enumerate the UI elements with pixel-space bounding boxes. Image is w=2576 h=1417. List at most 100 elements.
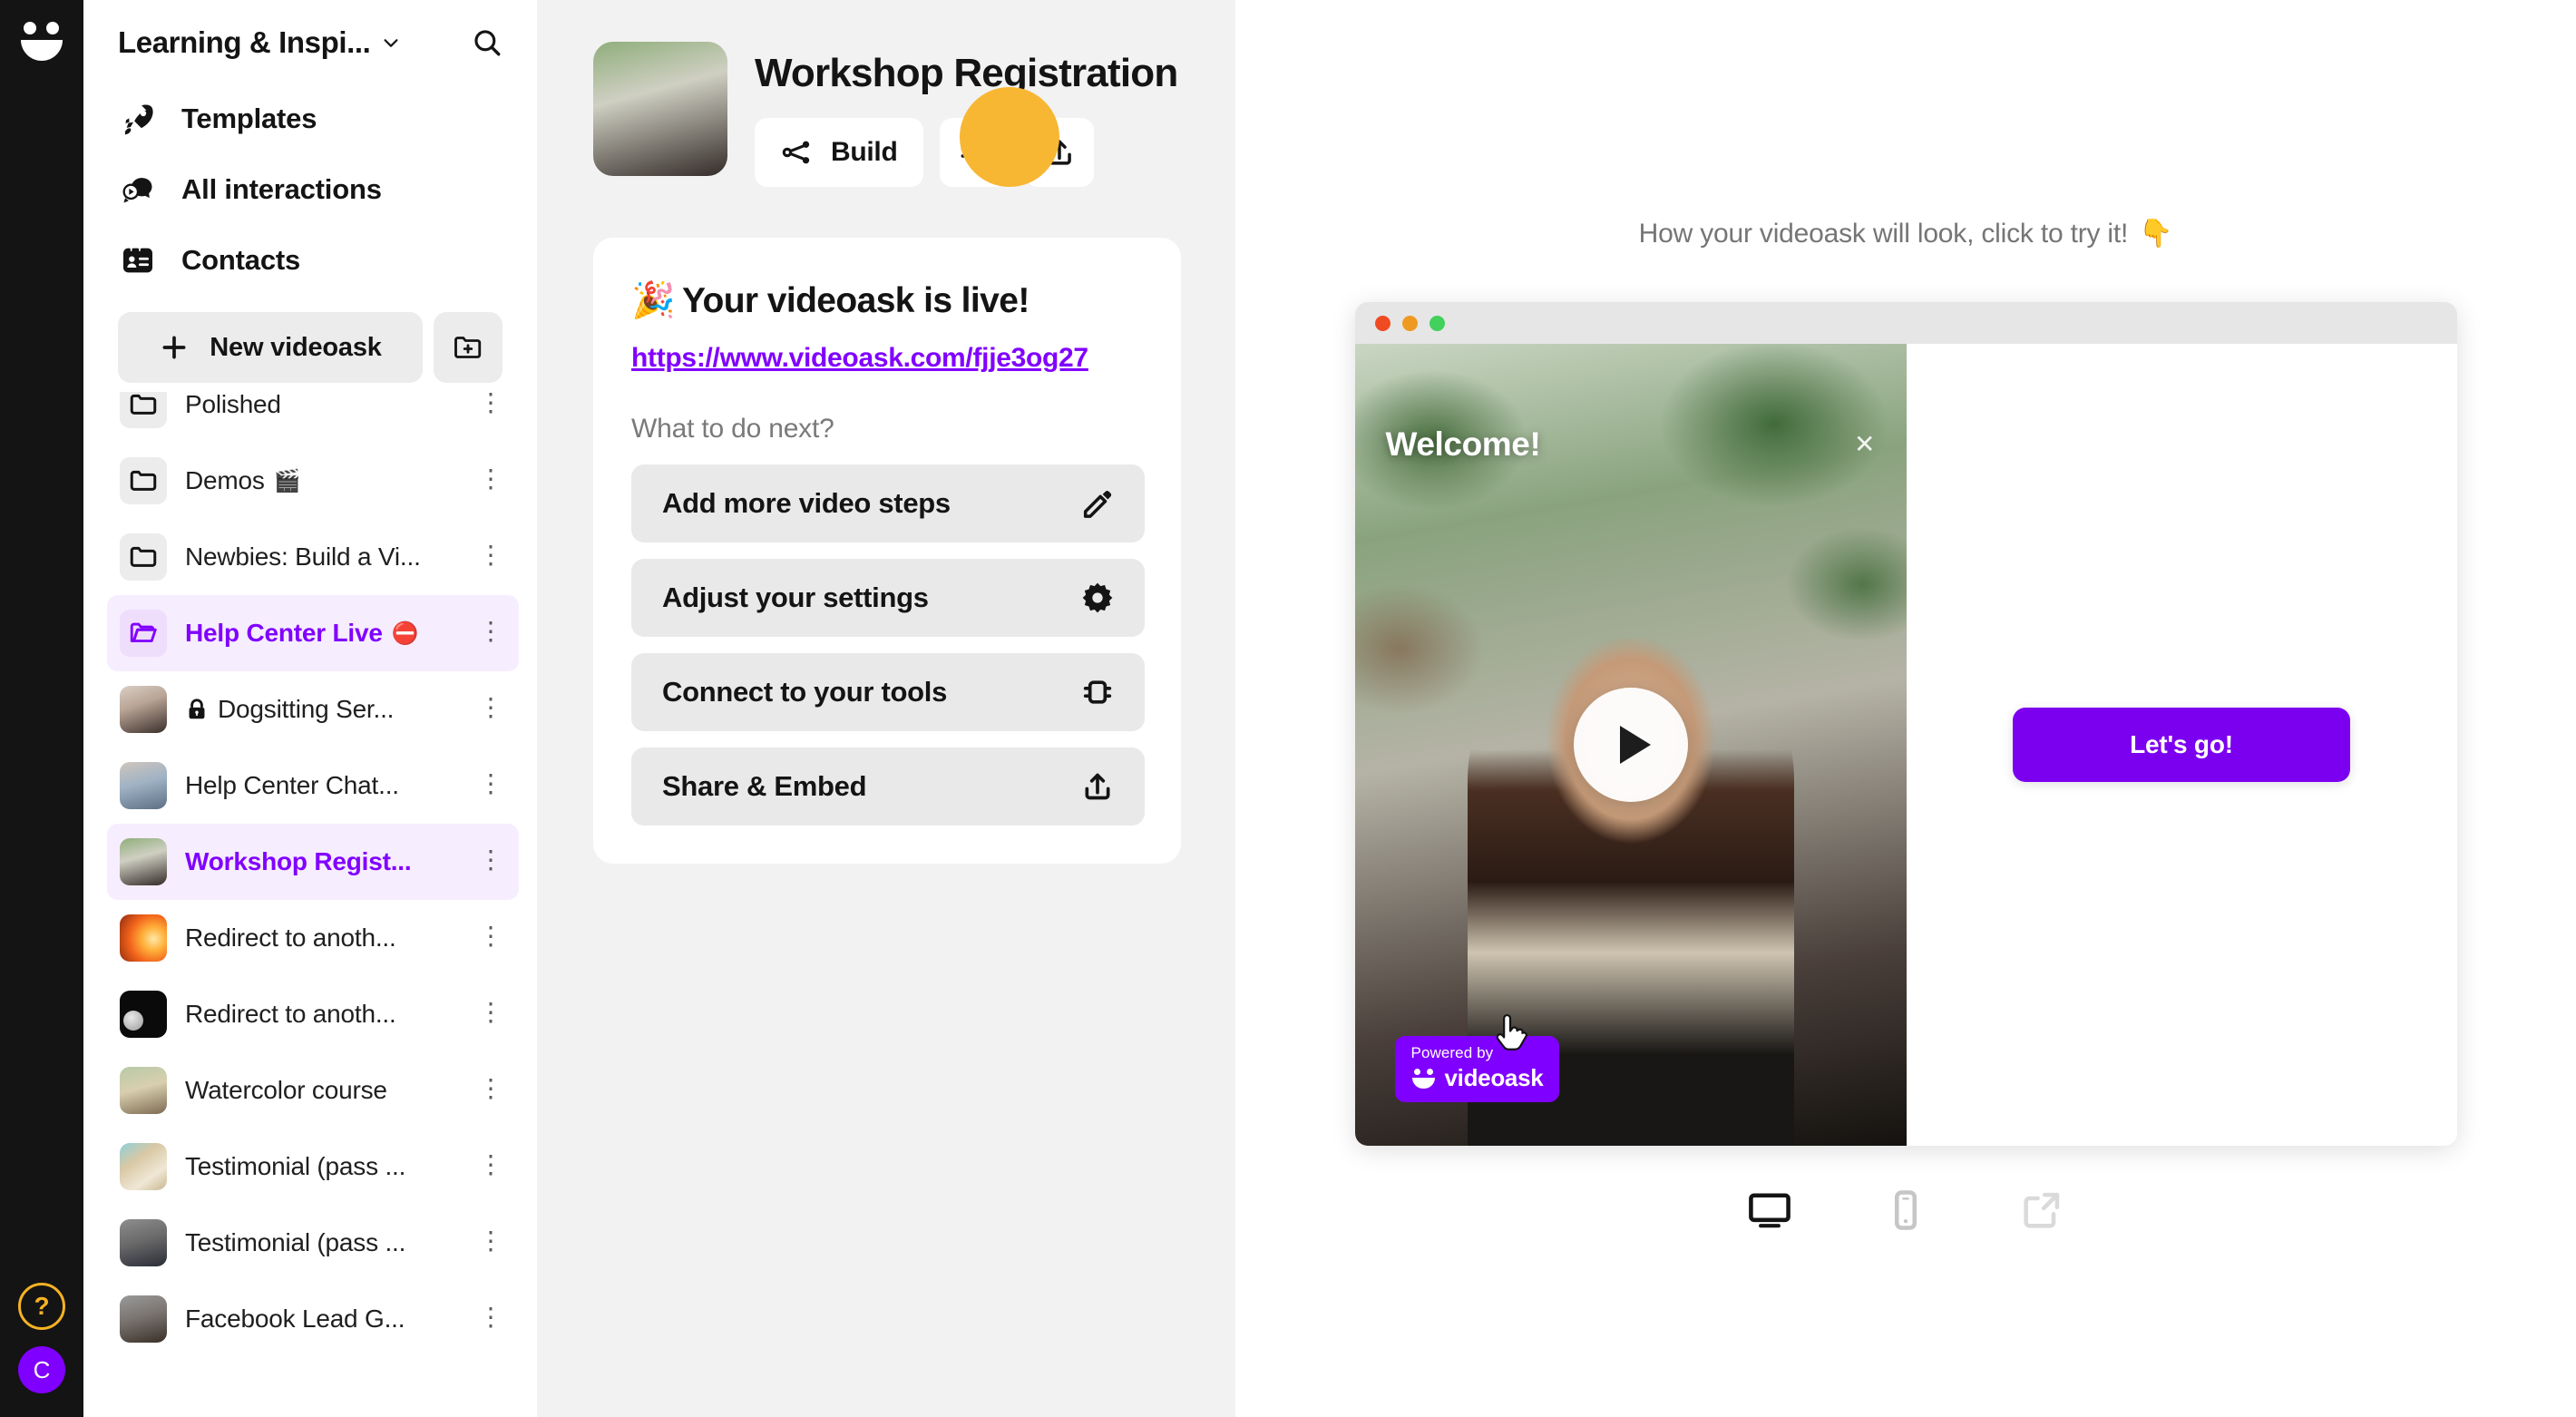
tree-folder-row[interactable]: Help Center Live ⛔ ⋮ xyxy=(107,595,519,671)
videoask-thumbnail xyxy=(120,1219,167,1266)
kebab-menu-icon[interactable]: ⋮ xyxy=(475,847,506,873)
tree-row-label: Demos 🎬 xyxy=(185,466,457,495)
videoask-thumbnail xyxy=(120,762,167,809)
logo-mouth xyxy=(21,40,63,61)
build-button[interactable]: Build xyxy=(755,118,923,187)
pencil-icon xyxy=(1079,485,1116,522)
tree-videoask-row[interactable]: Watercolor course ⋮ xyxy=(107,1052,519,1129)
tree-row-title: Polished xyxy=(185,392,281,418)
tree-videoask-row[interactable]: Workshop Regist... ⋮ xyxy=(107,824,519,900)
kebab-menu-icon[interactable]: ⋮ xyxy=(475,1000,506,1025)
kebab-menu-icon[interactable]: ⋮ xyxy=(475,1152,506,1178)
folder-icon xyxy=(120,392,167,428)
click-highlight-indicator xyxy=(960,87,1059,187)
kebab-menu-icon[interactable]: ⋮ xyxy=(475,1076,506,1101)
tree-row-title: Help Center Live xyxy=(185,619,383,647)
sidebar-item-label: Contacts xyxy=(181,244,301,276)
tree-row-title: Newbies: Build a Vi... xyxy=(185,542,421,571)
kebab-menu-icon[interactable]: ⋮ xyxy=(475,542,506,568)
kebab-menu-icon[interactable]: ⋮ xyxy=(475,1305,506,1330)
sidebar: Learning & Inspi... Templates All intera… xyxy=(83,0,537,1417)
next-step-button[interactable]: Share & Embed xyxy=(631,748,1145,826)
preview-browser[interactable]: Welcome! ✕ Powered by videoask Let's go! xyxy=(1354,302,2457,1146)
videoask-url-link[interactable]: https://www.videoask.com/fjje3og27 xyxy=(631,343,1088,374)
sidebar-item-contacts[interactable]: Contacts xyxy=(83,225,537,296)
new-videoask-button[interactable]: New videoask xyxy=(118,312,423,383)
tree-videoask-row[interactable]: Redirect to anoth... ⋮ xyxy=(107,900,519,976)
kebab-menu-icon[interactable]: ⋮ xyxy=(475,923,506,949)
tree-row-emoji: ⛔ xyxy=(391,621,419,646)
kebab-menu-icon[interactable]: ⋮ xyxy=(475,392,506,415)
powered-by-badge[interactable]: Powered by videoask xyxy=(1394,1036,1560,1102)
tree-videoask-row[interactable]: Facebook Lead G... ⋮ xyxy=(107,1281,519,1357)
search-icon[interactable] xyxy=(472,27,503,58)
mobile-icon[interactable] xyxy=(1879,1184,1932,1236)
contacts-card-icon xyxy=(118,240,158,280)
tree-videoask-row[interactable]: Testimonial (pass ... ⋮ xyxy=(107,1129,519,1205)
next-step-button[interactable]: Add more video steps xyxy=(631,464,1145,542)
tree-row-label: Testimonial (pass ... xyxy=(185,1152,457,1181)
tree-row-label: Help Center Chat... xyxy=(185,771,457,800)
browser-maximize-dot xyxy=(1429,315,1445,331)
tree-folder-row[interactable]: Newbies: Build a Vi... ⋮ xyxy=(107,519,519,595)
next-step-button[interactable]: Adjust your settings xyxy=(631,559,1145,637)
card-title: 🎉 Your videoask is live! xyxy=(631,279,1145,321)
answer-pane: Let's go! xyxy=(1906,344,2457,1146)
videoask-smile-logo xyxy=(1411,1068,1436,1089)
tree-row-label: Testimonial (pass ... xyxy=(185,1228,457,1257)
videoask-thumbnail xyxy=(120,991,167,1038)
tree-videoask-row[interactable]: Testimonial (pass ... ⋮ xyxy=(107,1205,519,1281)
rail-bottom-actions: ? C xyxy=(0,1283,83,1393)
next-step-button[interactable]: Connect to your tools xyxy=(631,653,1145,731)
kebab-menu-icon[interactable]: ⋮ xyxy=(475,619,506,644)
external-link-icon[interactable] xyxy=(2015,1184,2068,1236)
question-mark-icon[interactable]: ? xyxy=(18,1283,65,1330)
logo-eye-right xyxy=(46,22,59,34)
tree-videoask-row[interactable]: Redirect to anoth... ⋮ xyxy=(107,976,519,1052)
close-x-icon[interactable]: ✕ xyxy=(1854,432,1875,457)
detail-header: Workshop Registration Build xyxy=(593,42,1181,187)
videoask-thumbnail xyxy=(120,1295,167,1343)
workspace-selector[interactable]: Learning & Inspi... xyxy=(118,25,401,60)
kebab-menu-icon[interactable]: ⋮ xyxy=(475,695,506,720)
chevron-down-icon xyxy=(384,39,398,47)
tree-row-title: Demos xyxy=(185,466,265,494)
tree-row-title: Dogsitting Ser... xyxy=(218,695,395,723)
videoask-thumbnail xyxy=(593,42,727,176)
detail-panel: Workshop Registration Build 🎉 Your video… xyxy=(537,0,1235,1417)
new-videoask-label: New videoask xyxy=(210,332,382,362)
video-chat-bubble-icon xyxy=(118,170,158,210)
primary-nav: Templates All interactions Contacts xyxy=(83,73,537,299)
kebab-menu-icon[interactable]: ⋮ xyxy=(475,1228,506,1254)
tree-row-title: Redirect to anoth... xyxy=(185,923,396,952)
tree-row-title: Help Center Chat... xyxy=(185,771,399,799)
videoask-thumbnail xyxy=(120,914,167,962)
sidebar-item-templates[interactable]: Templates xyxy=(83,83,537,154)
tree-row-label: Newbies: Build a Vi... xyxy=(185,542,457,572)
flow-nodes-icon xyxy=(782,141,810,164)
tree-row-emoji: 🎬 xyxy=(273,468,301,494)
video-pane[interactable]: Welcome! ✕ Powered by videoask xyxy=(1354,344,1907,1146)
tree-row-title: Redirect to anoth... xyxy=(185,1000,396,1028)
tree-row-label: Polished xyxy=(185,392,457,419)
tree-row-label: Watercolor course xyxy=(185,1076,457,1105)
browser-minimize-dot xyxy=(1401,315,1418,331)
tree-folder-row[interactable]: Demos 🎬 ⋮ xyxy=(107,443,519,519)
next-step-label: Add more video steps xyxy=(662,487,951,519)
kebab-menu-icon[interactable]: ⋮ xyxy=(475,466,506,492)
new-folder-button[interactable] xyxy=(434,312,503,383)
videoask-tree[interactable]: Polished ⋮ Demos 🎬 ⋮ Newbies: Build a Vi... ⋮ H… xyxy=(83,392,537,1417)
tree-videoask-row[interactable]: Help Center Chat... ⋮ xyxy=(107,748,519,824)
sidebar-item-all-interactions[interactable]: All interactions xyxy=(83,154,537,225)
videoask-smile-logo[interactable] xyxy=(17,20,66,61)
live-status-card: 🎉 Your videoask is live! https://www.vid… xyxy=(593,238,1181,864)
desktop-icon[interactable] xyxy=(1743,1184,1796,1236)
lets-go-button[interactable]: Let's go! xyxy=(2013,708,2350,782)
browser-close-dot xyxy=(1374,315,1390,331)
kebab-menu-icon[interactable]: ⋮ xyxy=(475,771,506,796)
avatar[interactable]: C xyxy=(18,1346,65,1393)
tree-row-title: Workshop Regist... xyxy=(185,847,412,875)
play-icon[interactable] xyxy=(1573,688,1688,802)
tree-videoask-row[interactable]: Dogsitting Ser... ⋮ xyxy=(107,671,519,748)
tree-folder-row[interactable]: Polished ⋮ xyxy=(107,392,519,443)
